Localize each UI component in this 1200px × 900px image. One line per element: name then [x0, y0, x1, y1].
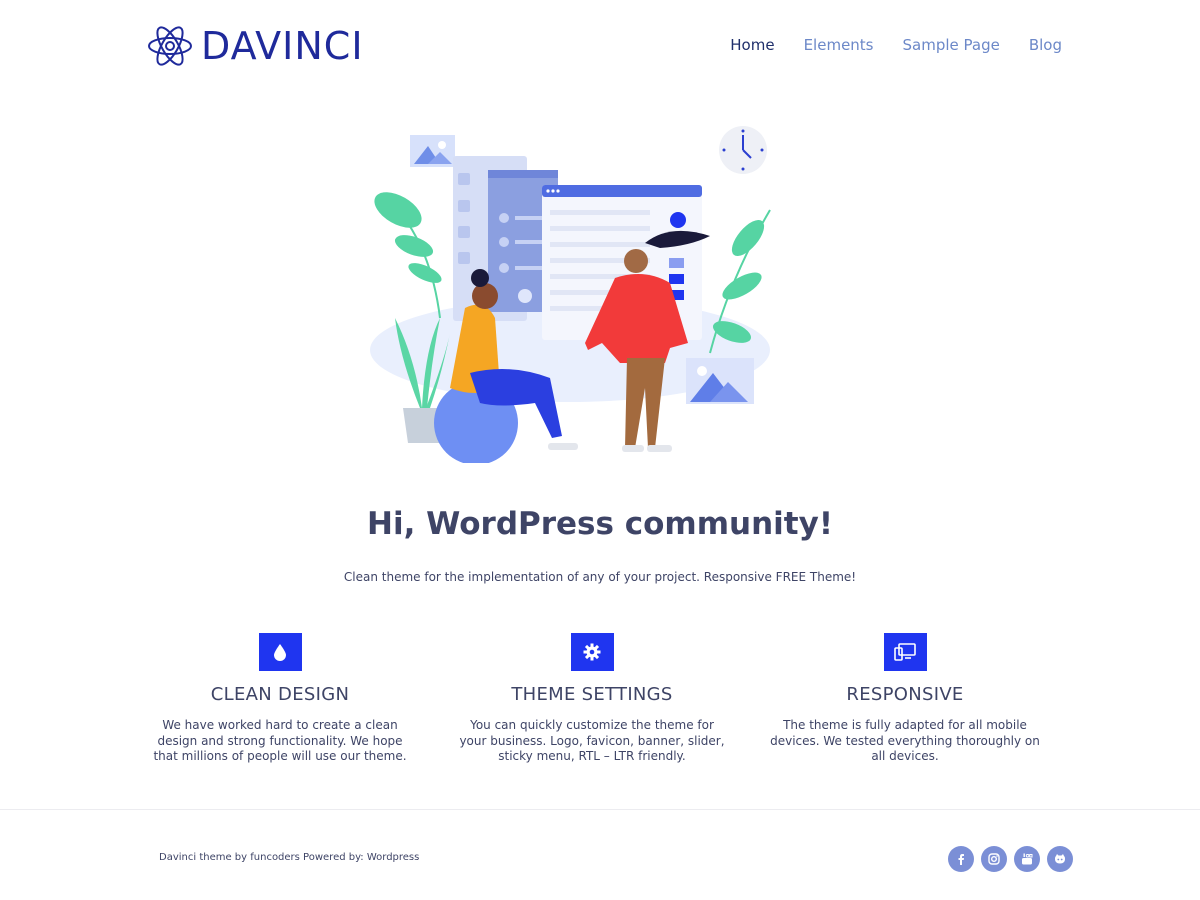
feature-title: THEME SETTINGS: [511, 684, 673, 705]
feature-text: We have worked hard to create a clean de…: [153, 718, 407, 763]
github-icon: [1055, 854, 1065, 864]
gear-icon: [583, 643, 601, 661]
nav-item-blog[interactable]: Blog: [1029, 36, 1062, 54]
hero-subtitle: Clean theme for the implementation of an…: [343, 570, 857, 584]
feature-text: The theme is fully adapted for all mobil…: [770, 718, 1040, 763]
feature-theme-settings: THEME SETTINGS You can quickly customize…: [457, 633, 727, 765]
site-header: DAVINCI Home Elements Sample Page Blog: [0, 0, 1200, 95]
feature-icon-box: [570, 633, 614, 671]
instagram-link[interactable]: [981, 846, 1007, 872]
devices-icon: [894, 643, 916, 661]
feature-text: You can quickly customize the theme for …: [459, 718, 725, 763]
youtube-icon: [1022, 853, 1033, 865]
feature-icon-box: [258, 633, 302, 671]
brand-name: DAVINCI: [201, 24, 364, 68]
feature-responsive: RESPONSIVE The theme is fully adapted fo…: [770, 633, 1040, 765]
atom-icon: [148, 26, 192, 66]
facebook-link[interactable]: [948, 846, 974, 872]
footer-divider: [0, 809, 1200, 810]
github-link[interactable]: [1047, 846, 1073, 872]
feature-clean-design: CLEAN DESIGN We have worked hard to crea…: [145, 633, 415, 765]
hero-illustration: [370, 118, 790, 465]
drop-icon: [274, 644, 286, 661]
feature-title: RESPONSIVE: [846, 684, 964, 705]
nav-item-elements[interactable]: Elements: [804, 36, 874, 54]
footer-credit: Davinci theme by funcoders Powered by: W…: [159, 852, 420, 863]
nav-item-sample-page[interactable]: Sample Page: [903, 36, 1000, 54]
feature-title: CLEAN DESIGN: [210, 684, 350, 705]
facebook-icon: [958, 854, 964, 865]
instagram-icon: [988, 853, 1000, 865]
hero-title: Hi, WordPress community!: [367, 506, 833, 542]
main-nav: Home Elements Sample Page Blog: [730, 36, 1062, 54]
youtube-link[interactable]: [1014, 846, 1040, 872]
nav-item-home[interactable]: Home: [730, 36, 774, 54]
site-logo[interactable]: DAVINCI: [147, 22, 364, 70]
social-links: [948, 846, 1073, 872]
feature-icon-box: [883, 633, 927, 671]
